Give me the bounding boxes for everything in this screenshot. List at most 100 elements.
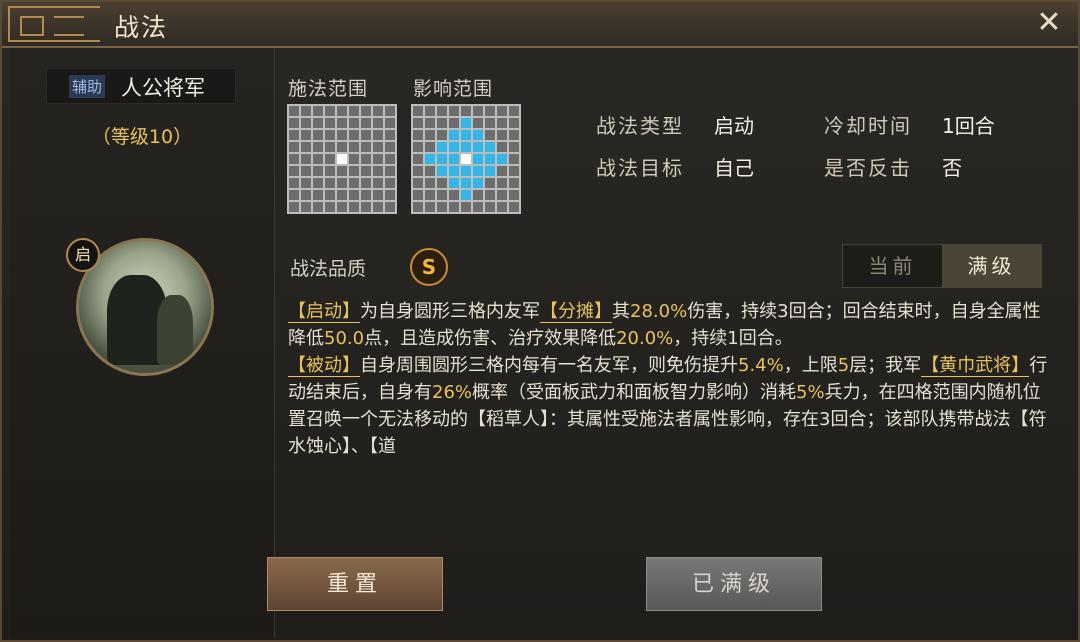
close-icon[interactable]: ✕ [1034, 8, 1064, 38]
grid-cell [461, 130, 471, 140]
grid-cell [425, 166, 435, 176]
grid-cell [461, 202, 471, 212]
grid-cell [373, 130, 383, 140]
desc-text: 概率（受面板武力和面板智力影响）消耗 [472, 382, 797, 403]
grid-cell [485, 142, 495, 152]
grid-cell [425, 190, 435, 200]
grid-cell [385, 166, 395, 176]
grid-cell [337, 166, 347, 176]
grid-cell [313, 154, 323, 164]
desc-text: 为自身圆形三格内友军 [360, 301, 540, 322]
grid-cell [373, 202, 383, 212]
grid-cell [413, 130, 423, 140]
grid-cell [337, 130, 347, 140]
grid-cell [413, 166, 423, 176]
grid-cell [337, 190, 347, 200]
grid-cell [497, 166, 507, 176]
cooldown-label: 冷却时间 [824, 114, 912, 138]
grid-cell [449, 154, 459, 164]
grid-cell [325, 142, 335, 152]
toggle-current[interactable]: 当前 [843, 245, 942, 287]
maxed-button[interactable]: 已满级 [646, 557, 822, 611]
grid-cell [313, 142, 323, 152]
grid-cell [425, 130, 435, 140]
effect-range-label: 影响范围 [413, 78, 494, 100]
grid-cell [349, 118, 359, 128]
type-label: 战法类型 [596, 114, 684, 138]
grid-cell [289, 106, 299, 116]
grid-cell [373, 142, 383, 152]
toggle-max[interactable]: 满级 [942, 245, 1041, 287]
grid-cell [461, 142, 471, 152]
desc-number: 5% [796, 382, 825, 403]
grid-cell [449, 178, 459, 188]
grid-cell [289, 130, 299, 140]
skill-panel: 战法 ✕ 辅助 人公将军 （等级10） 启 施法范围 影响范围 战法类型 启动 … [0, 0, 1080, 642]
grid-cell [385, 190, 395, 200]
grid-cell [497, 106, 507, 116]
grid-cell [461, 106, 471, 116]
grid-cell [349, 106, 359, 116]
role-tag: 辅助 [69, 75, 106, 98]
target-value: 自己 [714, 156, 754, 180]
grid-cell [497, 178, 507, 188]
grid-cell [473, 178, 483, 188]
grid-cell [325, 178, 335, 188]
grid-cell [289, 190, 299, 200]
grid-cell [361, 178, 371, 188]
grid-cell [361, 166, 371, 176]
desc-text: 层；我军 [849, 355, 922, 376]
effect-range-grid [411, 104, 521, 214]
reset-button[interactable]: 重置 [267, 557, 443, 611]
grid-cell [449, 166, 459, 176]
grid-cell [413, 118, 423, 128]
counter-label: 是否反击 [824, 156, 912, 180]
grid-cell [449, 142, 459, 152]
grid-cell [313, 202, 323, 212]
grid-cell [509, 154, 519, 164]
grid-cell [437, 106, 447, 116]
grid-cell [325, 190, 335, 200]
cast-range-grid [287, 104, 397, 214]
grid-cell [437, 166, 447, 176]
grid-cell [313, 190, 323, 200]
grid-cell [289, 142, 299, 152]
grid-cell [473, 106, 483, 116]
grid-cell [449, 130, 459, 140]
grid-cell [349, 178, 359, 188]
grid-cell [413, 202, 423, 212]
desc-number: 5 [837, 355, 850, 376]
grid-cell [473, 190, 483, 200]
tag-share: 【分摊】 [540, 301, 612, 323]
grid-cell [337, 154, 347, 164]
grid-cell [461, 190, 471, 200]
grid-cell [289, 154, 299, 164]
portrait-figure-secondary [157, 295, 193, 365]
grid-cell [337, 106, 347, 116]
grid-cell [449, 106, 459, 116]
grid-cell [437, 130, 447, 140]
grid-cell [473, 130, 483, 140]
target-label: 战法目标 [596, 156, 684, 180]
grid-cell [325, 202, 335, 212]
grid-cell [349, 202, 359, 212]
grid-cell [425, 154, 435, 164]
window-title: 战法 [114, 13, 169, 42]
grid-cell [325, 154, 335, 164]
desc-number: 20.0% [616, 328, 674, 349]
grid-cell [289, 178, 299, 188]
grid-cell [373, 154, 383, 164]
grid-cell [509, 202, 519, 212]
grid-cell [361, 202, 371, 212]
grid-cell [509, 166, 519, 176]
desc-text: 其 [612, 301, 630, 322]
grid-cell [497, 142, 507, 152]
grid-cell [385, 178, 395, 188]
grid-cell [385, 142, 395, 152]
grid-cell [373, 178, 383, 188]
grid-cell [337, 202, 347, 212]
grid-cell [313, 130, 323, 140]
grid-cell [509, 142, 519, 152]
grid-cell [473, 166, 483, 176]
grid-cell [301, 130, 311, 140]
